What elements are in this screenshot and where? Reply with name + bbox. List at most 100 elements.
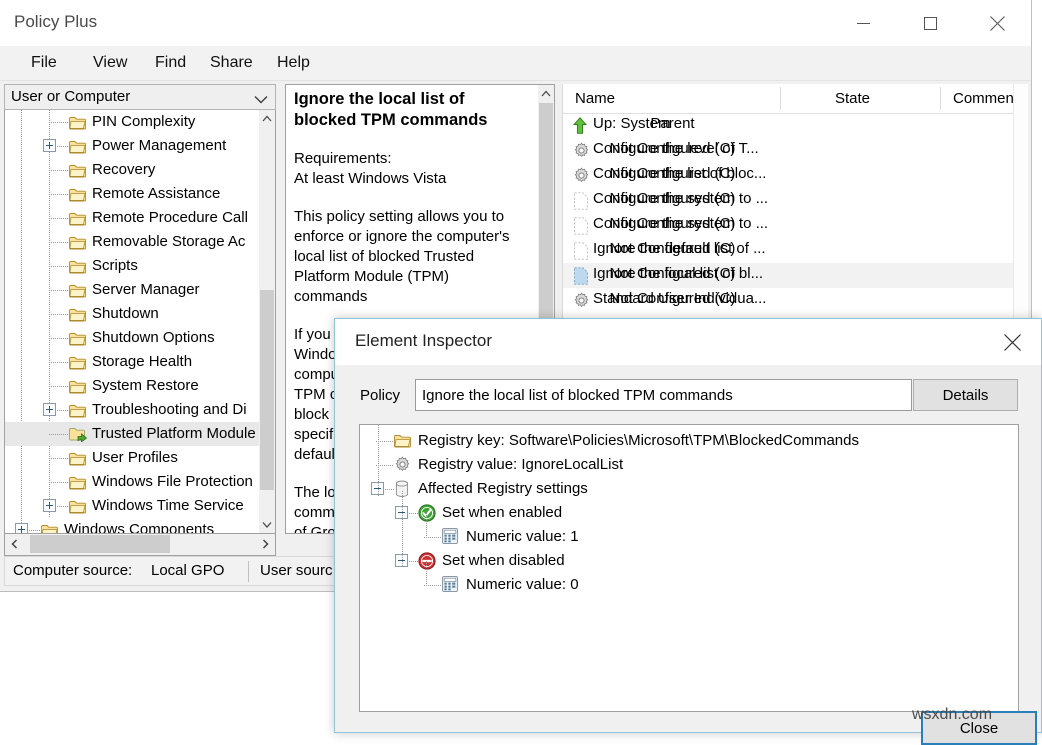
folder-icon [69,258,86,272]
tree-item-label: Windows File Protection [92,470,253,494]
tree-hscroll-thumb[interactable] [30,535,170,553]
tree-item[interactable]: Storage Health [5,350,263,374]
close-button[interactable] [964,0,1031,46]
folder-icon [69,186,86,200]
tree-scroll-thumb[interactable] [260,290,274,490]
tree-item[interactable]: Windows Components [5,518,263,534]
folder-icon [69,306,86,320]
folder-icon [69,282,86,296]
tree-expander[interactable] [43,499,56,512]
tree-item-label: Windows Components [64,518,214,534]
column-header-state[interactable]: State [835,84,870,113]
registry-tree-item[interactable]: Numeric value: 1 [360,525,1018,549]
details-button[interactable]: Details [913,379,1018,411]
tree-item[interactable]: PIN Complexity [5,110,263,134]
tree-horizontal-scrollbar[interactable] [4,534,276,556]
table-row[interactable]: Ignore the default list of ...Not Config… [563,238,1028,263]
tree-item[interactable]: User Profiles [5,446,263,470]
tree-item[interactable]: Windows Time Service [5,494,263,518]
registry-tree-item[interactable]: Affected Registry settings [360,477,1018,501]
description-scroll-thumb[interactable] [539,103,553,318]
tree-item[interactable]: Removable Storage Ac [5,230,263,254]
minimize-button[interactable] [830,0,897,46]
menu-help[interactable]: Help [268,46,319,80]
scroll-up-icon[interactable] [538,85,554,102]
tree-item[interactable]: Server Manager [5,278,263,302]
table-row[interactable]: Configure the level of T...Not Configure… [563,138,1028,163]
scroll-down-icon[interactable] [259,516,275,533]
tree-connector [29,530,40,531]
registry-tree-item[interactable]: Registry key: Software\Policies\Microsof… [360,429,1018,453]
maximize-button[interactable] [897,0,964,46]
folder-icon [69,354,86,368]
element-inspector-dialog: Element Inspector Policy Details Registr… [334,318,1042,733]
tree-connector [49,194,68,195]
folder-open-arrow-icon [69,426,86,440]
cell-state: Not Configured (C) [563,190,782,207]
tree-item[interactable]: Windows File Protection [5,470,263,494]
column-separator[interactable] [940,87,941,110]
table-row[interactable]: Configure the system to ...Not Configure… [563,213,1028,238]
tree-item[interactable]: Shutdown [5,302,263,326]
tree-item[interactable]: Remote Procedure Call [5,206,263,230]
policy-tree[interactable]: PIN ComplexityPower ManagementRecoveryRe… [4,110,276,534]
folder-icon [69,474,86,488]
scroll-up-icon[interactable] [259,110,275,127]
tree-expander[interactable] [15,523,28,534]
description-paragraph-1: This policy setting allows you to enforc… [294,207,526,307]
tree-item[interactable]: Power Management [5,134,263,158]
menu-find[interactable]: Find [146,46,195,80]
scope-combobox[interactable]: User or Computer [4,84,276,110]
tree-item-label: Troubleshooting and Di [92,398,247,422]
registry-tree-item-label: Affected Registry settings [418,477,588,501]
table-row[interactable]: Configure the list of bloc...Not Configu… [563,163,1028,188]
title-bar: Policy Plus [0,0,1031,46]
policy-input[interactable] [415,379,912,411]
gear-icon [394,456,412,474]
table-row[interactable]: Ignore the local list of bl...Not Config… [563,263,1028,288]
tree-item-label: Trusted Platform Module [92,422,256,446]
registry-tree-item[interactable]: Numeric value: 0 [360,573,1018,597]
scroll-right-icon[interactable] [256,534,275,554]
folder-icon [69,450,86,464]
folder-icon [69,330,86,344]
tree-vertical-scrollbar[interactable] [259,110,275,533]
table-row[interactable]: Standard User Individua...Not Configured… [563,288,1028,313]
tree-item-label: User Profiles [92,446,178,470]
registry-tree-item[interactable]: Set when disabled [360,549,1018,573]
column-header-comment[interactable]: Comment [953,84,1018,113]
registry-tree[interactable]: Registry key: Software\Policies\Microsof… [359,424,1019,712]
tree-expander[interactable] [43,139,56,152]
tree-item[interactable]: Trusted Platform Module [5,422,263,446]
tree-item[interactable]: Troubleshooting and Di [5,398,263,422]
tree-item-label: Shutdown [92,302,159,326]
column-header-name[interactable]: Name [575,84,615,113]
tree-item[interactable]: Shutdown Options [5,326,263,350]
tree-connector [49,386,68,387]
scroll-left-icon[interactable] [5,534,24,554]
cell-state: Not Configured (C) [563,215,782,232]
menu-view[interactable]: View [84,46,136,80]
tree-item[interactable]: Scripts [5,254,263,278]
menu-file[interactable]: File [22,46,66,80]
tree-item[interactable]: System Restore [5,374,263,398]
cell-state: Parent [563,115,782,132]
tree-connector [49,122,68,123]
description-requirements: Requirements:At least Windows Vista [294,149,526,189]
tree-item[interactable]: Remote Assistance [5,182,263,206]
menu-share[interactable]: Share [201,46,262,80]
computer-source-label: Computer source: [13,562,132,579]
table-row[interactable]: Up: SystemParent [563,113,1028,138]
registry-tree-item[interactable]: Set when enabled [360,501,1018,525]
tree-connector [57,506,68,507]
column-separator[interactable] [780,87,781,110]
registry-tree-item[interactable]: Registry value: IgnoreLocalList [360,453,1018,477]
tree-expander[interactable] [43,403,56,416]
folder-icon [69,234,86,248]
table-row[interactable]: Configure the system to ...Not Configure… [563,188,1028,213]
check-green-icon [418,504,436,522]
registry-guide-line [378,425,379,497]
dialog-close-icon[interactable] [983,319,1041,365]
tree-item[interactable]: Recovery [5,158,263,182]
registry-guide-line [402,491,403,567]
